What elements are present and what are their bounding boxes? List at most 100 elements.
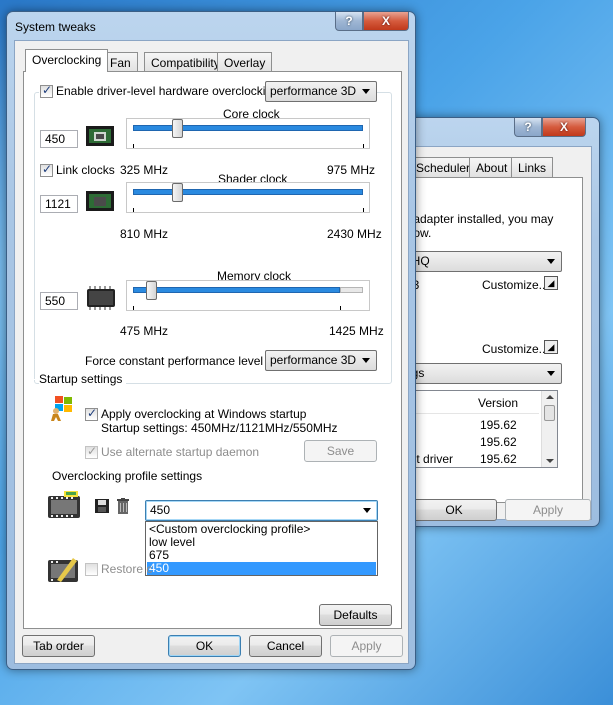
- back-tab-panel: y adapter installed, you may elow. 3HQ R…: [400, 177, 583, 503]
- back-close-button[interactable]: X: [542, 118, 586, 137]
- memory-clock-max: 1425 MHz: [329, 324, 384, 338]
- tab-overclocking[interactable]: Overclocking: [25, 49, 109, 72]
- perf-level-combo-top-value: performance 3D: [270, 84, 357, 98]
- memory-clock-track: [133, 287, 340, 293]
- tab-order-button[interactable]: Tab order: [22, 635, 95, 657]
- back-table-header[interactable]: Version: [478, 396, 518, 410]
- back-help-button[interactable]: ?: [514, 118, 542, 137]
- back-customize2-icon[interactable]: ◢: [544, 340, 558, 354]
- shader-clock-value[interactable]: 1121: [40, 195, 78, 213]
- tab-compatibility[interactable]: Compatibility: [144, 52, 227, 72]
- film-restore-icon: [47, 556, 79, 584]
- core-clock-thumb[interactable]: [172, 119, 184, 138]
- windows-startup-icon: [49, 394, 75, 422]
- core-clock-value[interactable]: 450: [40, 130, 78, 148]
- memory-clock-thumb[interactable]: [146, 281, 158, 300]
- core-tick-max: [363, 144, 364, 148]
- chevron-down-icon: [362, 89, 370, 94]
- overclocking-panel: Enable driver-level hardware overclockin…: [23, 71, 402, 629]
- back-customize-link[interactable]: Customize...: [482, 278, 549, 292]
- back-row-0-version: 195.62: [480, 418, 517, 432]
- back-list-scrollbar[interactable]: [541, 391, 557, 467]
- profile-combo-value: 450: [150, 503, 171, 517]
- shader-clock-min: 810 MHz: [120, 227, 169, 241]
- delete-profile-icon[interactable]: [117, 498, 129, 514]
- back-settings-combo[interactable]: ngs: [400, 363, 562, 384]
- film-profile-icon: [47, 491, 81, 519]
- restore-checkbox[interactable]: [85, 563, 98, 576]
- core-clock-min: 325 MHz: [120, 163, 169, 177]
- save-button[interactable]: Save: [304, 440, 377, 462]
- back-client-area: Scheduler About Links y adapter installe…: [400, 146, 592, 521]
- enable-hw-oc-label[interactable]: Enable driver-level hardware overclockin…: [56, 84, 279, 98]
- back-window: ? X Scheduler About Links y adapter inst…: [392, 117, 600, 527]
- ok-button[interactable]: OK: [168, 635, 241, 657]
- main-window: System tweaks ? X Overclocking Fan Compa…: [6, 11, 416, 670]
- perf-level-combo-top[interactable]: performance 3D: [265, 81, 377, 102]
- chevron-down-icon: [363, 508, 371, 513]
- memory-tick-max: [340, 306, 341, 310]
- core-clock-slider[interactable]: [126, 118, 370, 149]
- apply-startup-checkbox[interactable]: [85, 406, 98, 421]
- shader-tick-min: [133, 208, 134, 212]
- memory-clock-min: 475 MHz: [120, 324, 169, 338]
- back-ok-button[interactable]: OK: [411, 499, 497, 521]
- back-tab-links[interactable]: Links: [511, 157, 554, 177]
- gpu-chip-icon: [85, 123, 115, 149]
- client-area: Overclocking Fan Compatibility Overlay E…: [14, 40, 409, 664]
- profile-group-label: Overclocking profile settings: [48, 469, 207, 483]
- profile-option-675[interactable]: 675: [147, 549, 376, 562]
- back-tab-scheduler[interactable]: Scheduler: [409, 157, 478, 177]
- back-apply-button[interactable]: Apply: [505, 499, 591, 521]
- tab-overlay[interactable]: Overlay: [217, 52, 273, 72]
- back-row-1-version: 195.62: [480, 435, 517, 449]
- memory-tick-min: [133, 306, 134, 310]
- core-clock-track: [133, 125, 363, 131]
- help-button[interactable]: ?: [335, 12, 363, 31]
- shader-clock-thumb[interactable]: [172, 183, 184, 202]
- back-text-line1: y adapter installed, you may: [404, 212, 554, 226]
- window-title: System tweaks: [15, 20, 96, 34]
- force-perf-combo-value: performance 3D: [270, 353, 357, 367]
- alt-daemon-checkbox[interactable]: [85, 444, 98, 459]
- apply-button[interactable]: Apply: [330, 635, 403, 657]
- restore-label[interactable]: Restore c: [101, 562, 152, 576]
- force-perf-label: Force constant performance level: [85, 354, 264, 368]
- shader-tick-max: [363, 208, 364, 212]
- apply-startup-label[interactable]: Apply overclocking at Windows startup: [101, 407, 306, 421]
- profile-option-450[interactable]: 450: [147, 562, 376, 575]
- memory-clock-slider[interactable]: [126, 280, 370, 311]
- gpu-chip-icon: [85, 188, 115, 214]
- shader-clock-max: 2430 MHz: [327, 227, 382, 241]
- shader-clock-track: [133, 189, 363, 195]
- chevron-down-icon: [362, 358, 370, 363]
- save-profile-icon[interactable]: [95, 499, 109, 513]
- memory-clock-value[interactable]: 550: [40, 292, 78, 310]
- cancel-button[interactable]: Cancel: [249, 635, 322, 657]
- back-driver-list[interactable]: Version 195.62 r 195.62 ent driver 195.6…: [400, 390, 558, 468]
- link-clocks-checkbox[interactable]: [40, 162, 53, 177]
- startup-group-label: Startup settings: [39, 372, 127, 386]
- memory-clock-track-rest: [340, 287, 363, 293]
- defaults-button[interactable]: Defaults: [319, 604, 392, 626]
- core-clock-max: 975 MHz: [327, 163, 376, 177]
- alt-daemon-label[interactable]: Use alternate startup daemon: [101, 445, 259, 459]
- close-button[interactable]: X: [363, 12, 409, 31]
- chevron-down-icon: [547, 259, 555, 264]
- profile-option-low-level[interactable]: low level: [147, 536, 376, 549]
- shader-clock-slider[interactable]: [126, 182, 370, 213]
- chevron-down-icon: [547, 371, 555, 376]
- enable-hw-oc-checkbox[interactable]: [40, 83, 53, 98]
- back-adapter-combo[interactable]: 3HQ: [400, 251, 562, 272]
- core-tick-min: [133, 144, 134, 148]
- back-tab-about[interactable]: About: [469, 157, 515, 177]
- back-row-2-version: 195.62: [480, 452, 517, 466]
- link-clocks-label[interactable]: Link clocks: [56, 163, 115, 177]
- memory-chip-icon: [85, 285, 117, 311]
- back-customize2-link[interactable]: Customize...: [482, 342, 549, 356]
- profile-dropdown-list[interactable]: <Custom overclocking profile> low level …: [145, 521, 378, 576]
- startup-settings-text: Startup settings: 450MHz/1121MHz/550MHz: [101, 421, 338, 435]
- profile-combo[interactable]: 450: [145, 500, 378, 521]
- force-perf-combo[interactable]: performance 3D: [265, 350, 377, 371]
- back-customize-icon[interactable]: ◢: [544, 276, 558, 290]
